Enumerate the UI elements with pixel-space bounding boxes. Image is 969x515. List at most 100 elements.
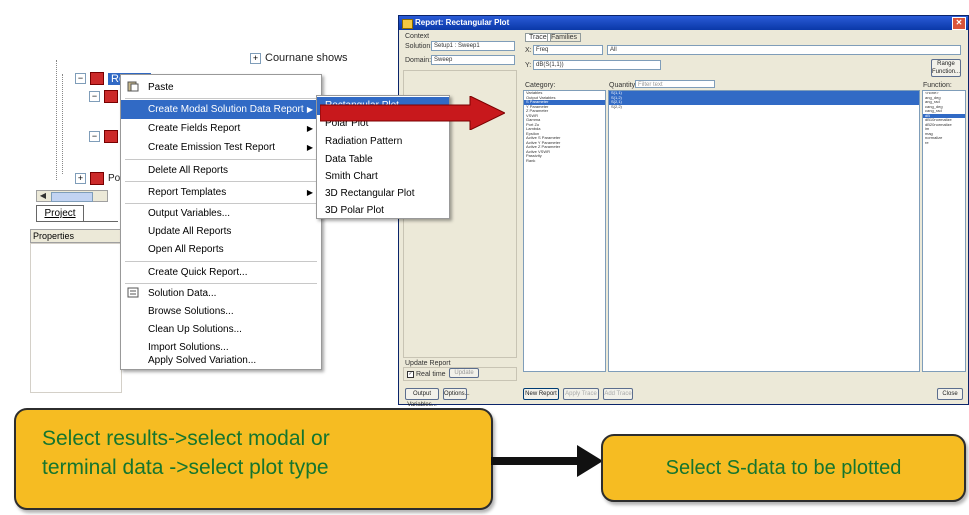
collapse-toggle[interactable]: − — [89, 91, 100, 102]
menu-item-create-fields-report[interactable]: Create Fields Report ▶ — [121, 119, 321, 138]
list-item[interactable]: S(2,2) — [609, 105, 919, 110]
solution-select[interactable]: Setup1 : Sweep1 — [431, 41, 515, 51]
tree-line — [56, 60, 57, 180]
folder-icon — [90, 172, 104, 185]
realtime-checkbox[interactable]: ✓ Real time — [407, 371, 446, 378]
output-variables-button[interactable]: Output Variables... — [405, 388, 439, 408]
menu-item-apply-solved-variation[interactable]: Apply Solved Variation... — [121, 351, 321, 370]
options-button[interactable]: Options... — [443, 388, 470, 400]
menu-item-update-all-reports[interactable]: Update All Reports — [121, 222, 321, 241]
function-list[interactable]: <none> ang_deg ang_rad cang_deg cang_rad… — [922, 90, 966, 372]
close-icon[interactable]: ✕ — [952, 17, 966, 30]
close-button[interactable]: Close — [937, 388, 963, 400]
tab-divider — [36, 221, 118, 222]
update-report-label: Update Report — [405, 360, 451, 367]
menu-item-label: Solution Data... — [148, 288, 217, 299]
menu-item-label: Create Fields Report — [148, 123, 241, 134]
tree-node-port[interactable]: + Port — [75, 172, 126, 185]
expand-toggle[interactable]: + — [250, 52, 261, 64]
range-function-button[interactable]: Range Function... — [931, 59, 961, 77]
add-trace-button[interactable]: Add Trace — [603, 388, 633, 400]
menu-item-label: Browse Solutions... — [148, 306, 234, 317]
menu-item-browse-solutions[interactable]: Browse Solutions... — [121, 302, 321, 321]
tree-line — [62, 74, 63, 174]
red-pointer-arrow — [320, 96, 505, 130]
tree-node-label: Cournane shows — [265, 52, 348, 64]
checkbox-check-icon: ✓ — [407, 371, 414, 378]
properties-panel — [30, 243, 122, 393]
tree-scrollbar[interactable]: ◀ — [36, 190, 108, 202]
category-list[interactable]: Variables Output Variables S Parameter Y… — [523, 90, 606, 372]
note-line-1: Select results->select modal or — [42, 427, 330, 450]
folder-icon — [104, 90, 118, 103]
results-folder-icon — [90, 72, 104, 85]
dialog-titlebar: Report: Rectangular Plot ✕ — [399, 16, 968, 30]
tab-families[interactable]: Families — [547, 33, 582, 42]
x-select[interactable]: Freq — [533, 45, 603, 55]
quantity-filter-input[interactable]: Filter text — [635, 80, 715, 88]
menu-item-label: Create Emission Test Report — [148, 142, 276, 153]
expand-toggle[interactable]: + — [75, 173, 86, 184]
menu-item-label: Paste — [148, 82, 174, 93]
tree-node-child[interactable]: − — [89, 90, 118, 103]
list-item[interactable]: re — [923, 141, 965, 146]
y-label: Y: — [525, 62, 532, 69]
folder-icon — [104, 130, 118, 143]
list-item[interactable]: Rank — [524, 159, 605, 164]
app-icon — [402, 19, 413, 29]
tab-project[interactable]: Project — [36, 205, 84, 222]
category-header: Category: — [525, 82, 556, 89]
menu-item-delete-all-reports[interactable]: Delete All Reports — [121, 161, 321, 180]
menu-item-output-variables[interactable]: Output Variables... — [121, 204, 321, 223]
function-header: Function: — [923, 82, 952, 89]
menu-item-report-templates[interactable]: Report Templates ▶ — [121, 183, 321, 202]
menu-separator — [125, 159, 317, 160]
menu-item-label: Clean Up Solutions... — [148, 324, 242, 335]
quantity-header: Quantity: — [609, 82, 638, 89]
submenu-item-radiation-pattern[interactable]: Radiation Pattern — [317, 133, 449, 151]
solution-label: Solution: — [405, 43, 433, 50]
menu-item-create-emission-test-report[interactable]: Create Emission Test Report ▶ — [121, 138, 321, 157]
submenu-arrow-icon: ▶ — [306, 188, 313, 197]
submenu-item-data-table[interactable]: Data Table — [317, 151, 449, 169]
context-menu: Paste Create Modal Solution Data Report ▶… — [120, 74, 322, 370]
menu-item-solution-data[interactable]: Solution Data... — [121, 284, 321, 303]
collapse-toggle[interactable]: − — [75, 73, 86, 84]
submenu-item-3d-polar-plot[interactable]: 3D Polar Plot — [317, 202, 449, 220]
menu-item-paste[interactable]: Paste — [121, 78, 321, 97]
new-report-button[interactable]: New Report — [523, 388, 559, 400]
note-line-2: terminal data ->select plot type — [42, 456, 329, 479]
instruction-note-left: Select results->select modal or terminal… — [14, 408, 493, 510]
submenu-arrow-icon: ▶ — [306, 143, 313, 152]
menu-item-clean-up-solutions[interactable]: Clean Up Solutions... — [121, 320, 321, 339]
menu-item-create-modal-solution-data-report[interactable]: Create Modal Solution Data Report ▶ — [121, 100, 321, 119]
tree-node-child[interactable]: − — [89, 130, 118, 143]
y-field[interactable]: dB(S(1,1)) — [533, 60, 661, 70]
instruction-note-right: Select S-data to be plotted — [601, 434, 966, 502]
x-default-field[interactable]: All — [607, 45, 961, 55]
submenu-item-3d-rectangular-plot[interactable]: 3D Rectangular Plot — [317, 185, 449, 203]
menu-item-label: Apply Solved Variation... — [148, 355, 257, 366]
menu-item-label: Update All Reports — [148, 226, 232, 237]
menu-item-label: Create Modal Solution Data Report — [148, 104, 304, 115]
dialog-title: Report: Rectangular Plot — [415, 18, 510, 27]
submenu-item-smith-chart[interactable]: Smith Chart — [317, 168, 449, 186]
menu-item-open-all-reports[interactable]: Open All Reports — [121, 240, 321, 259]
apply-trace-button[interactable]: Apply Trace — [563, 388, 599, 400]
report-dialog: Report: Rectangular Plot ✕ Context Solut… — [398, 15, 969, 408]
domain-select[interactable]: Sweep — [431, 55, 515, 65]
menu-item-label: Create Quick Report... — [148, 267, 248, 278]
scroll-left-icon[interactable]: ◀ — [37, 191, 49, 201]
menu-item-create-quick-report[interactable]: Create Quick Report... — [121, 263, 321, 282]
submenu-arrow-icon: ▶ — [306, 105, 313, 114]
update-button[interactable]: Update — [449, 368, 479, 378]
domain-label: Domain: — [405, 57, 432, 64]
menu-item-label: Open All Reports — [148, 244, 224, 255]
context-group-label: Context — [405, 33, 430, 40]
flow-arrow-head — [577, 445, 603, 477]
collapse-toggle[interactable]: − — [89, 131, 100, 142]
scroll-thumb[interactable] — [51, 192, 93, 202]
menu-separator — [125, 261, 317, 262]
quantity-list[interactable]: S(1,1) S(1,2) S(2,1) S(2,2) — [608, 90, 920, 372]
tree-node-top[interactable]: + Cournane shows — [250, 52, 348, 64]
